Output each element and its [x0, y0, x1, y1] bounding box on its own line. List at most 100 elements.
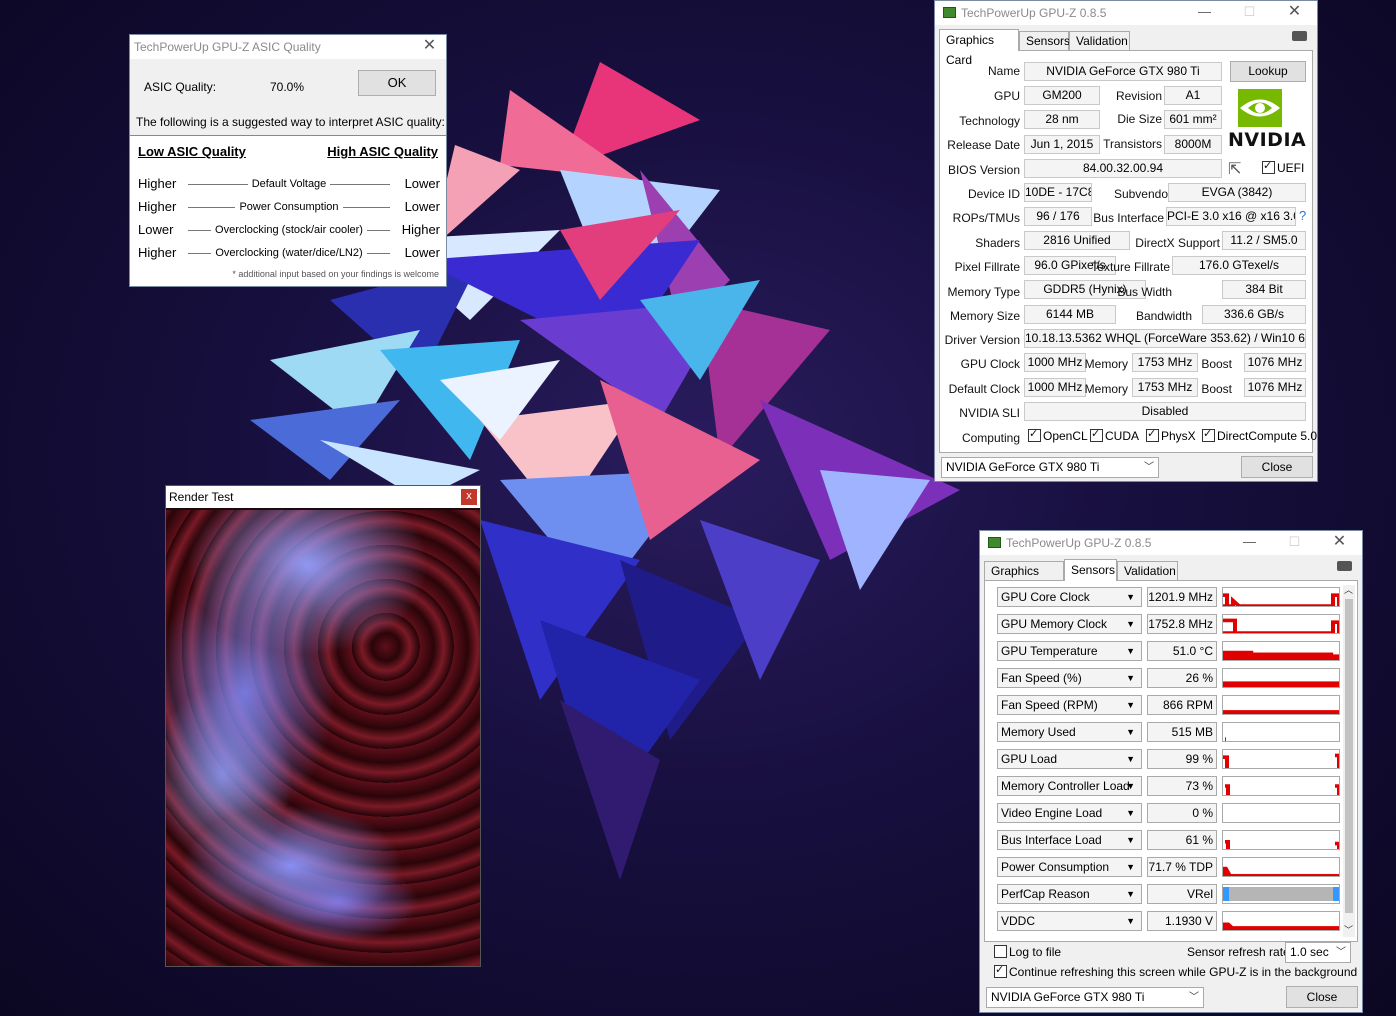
default-boost-label: Boost: [1201, 382, 1232, 396]
continue-check-icon[interactable]: [994, 963, 1007, 978]
caret-down-icon[interactable]: ▼: [1126, 696, 1135, 714]
chevron-down-icon[interactable]: ﹀: [1189, 988, 1199, 1007]
gpu-clock-field: 1000 MHz: [1024, 353, 1086, 372]
gpuz-app-icon: [943, 7, 956, 18]
sensor-name-select[interactable]: VDDC ▼: [997, 911, 1142, 931]
tab-validation[interactable]: Validation: [1069, 31, 1130, 50]
asic-row: Higher Overclocking (water/dice/LN2) Low…: [138, 243, 440, 263]
sensor-graph: [1222, 830, 1340, 850]
opencl-check-icon[interactable]: [1028, 427, 1041, 442]
caret-down-icon[interactable]: ▼: [1126, 642, 1135, 660]
ok-button[interactable]: OK: [358, 70, 436, 96]
transistors-label: Transistors: [1103, 137, 1162, 151]
sensor-name-select[interactable]: Memory Used ▼: [997, 722, 1142, 742]
gpu-select[interactable]: NVIDIA GeForce GTX 980 Ti ﹀: [986, 987, 1204, 1008]
tab-sensors[interactable]: Sensors: [1064, 559, 1117, 581]
sensor-row: GPU Memory Clock ▼ 1752.8 MHz: [995, 613, 1341, 635]
sensor-name-select[interactable]: Bus Interface Load ▼: [997, 830, 1142, 850]
sensor-name-select[interactable]: GPU Temperature ▼: [997, 641, 1142, 661]
sensor-value: VRel: [1147, 884, 1217, 904]
tab-graphics-card[interactable]: Graphics Card: [939, 29, 1019, 67]
directcompute-checkbox[interactable]: DirectCompute 5.0: [1202, 427, 1317, 443]
caret-down-icon[interactable]: ▼: [1126, 750, 1135, 768]
caret-down-icon[interactable]: ▼: [1126, 669, 1135, 687]
sli-field: Disabled: [1024, 402, 1306, 421]
asic-titlebar[interactable]: TechPowerUp GPU-Z ASIC Quality ✕: [130, 35, 446, 59]
close-icon[interactable]: ✕: [407, 35, 452, 59]
caret-down-icon[interactable]: ▼: [1126, 912, 1135, 930]
caret-down-icon[interactable]: ▼: [1126, 804, 1135, 822]
close-icon[interactable]: ✕: [1317, 531, 1362, 555]
sensor-name: GPU Memory Clock: [1001, 617, 1108, 631]
minimize-icon[interactable]: —: [1182, 1, 1227, 25]
sensor-row: GPU Core Clock ▼ 1201.9 MHz: [995, 586, 1341, 608]
sensor-row: Video Engine Load ▼ 0 %: [995, 802, 1341, 824]
camera-icon[interactable]: [1292, 31, 1307, 41]
close-button[interactable]: Close: [1241, 456, 1313, 478]
bus-help-icon[interactable]: ?: [1299, 208, 1306, 223]
share-icon[interactable]: ⇱: [1228, 159, 1241, 179]
caret-down-icon[interactable]: ▼: [1126, 858, 1135, 876]
continue-refresh-checkbox[interactable]: Continue refreshing this screen while GP…: [994, 963, 1357, 979]
sensor-name-select[interactable]: GPU Load ▼: [997, 749, 1142, 769]
directcompute-check-icon[interactable]: [1202, 427, 1215, 442]
gpu-select[interactable]: NVIDIA GeForce GTX 980 Ti ﹀: [941, 457, 1159, 478]
caret-down-icon[interactable]: ▼: [1126, 615, 1135, 633]
log-to-file-checkbox[interactable]: Log to file: [994, 945, 1061, 959]
refresh-rate-select[interactable]: 1.0 sec ﹀: [1285, 942, 1351, 963]
scroll-thumb[interactable]: [1345, 599, 1353, 913]
cuda-checkbox[interactable]: CUDA: [1090, 427, 1139, 443]
sensor-graph: [1222, 587, 1340, 607]
sensor-name-select[interactable]: GPU Memory Clock ▼: [997, 614, 1142, 634]
sensor-graph: [1222, 884, 1340, 904]
cuda-check-icon[interactable]: [1090, 427, 1103, 442]
caret-down-icon[interactable]: ▼: [1126, 777, 1135, 795]
asic-row-right: Lower: [404, 245, 440, 260]
caret-down-icon[interactable]: ▼: [1126, 723, 1135, 741]
bios-version-label: BIOS Version: [947, 163, 1020, 177]
maximize-icon[interactable]: ☐: [1272, 531, 1317, 555]
close-button[interactable]: Close: [1286, 986, 1358, 1008]
memory-type-label: Memory Type: [947, 285, 1020, 299]
memory-clock-label: Memory: [1084, 357, 1128, 371]
caret-down-icon[interactable]: ▼: [1126, 885, 1135, 903]
sensor-name: Memory Used: [1001, 725, 1076, 739]
physx-check-icon[interactable]: [1146, 427, 1159, 442]
close-icon[interactable]: ✕: [1272, 1, 1317, 25]
gpu-select-value: NVIDIA GeForce GTX 980 Ti: [946, 460, 1100, 474]
uefi-checkbox[interactable]: UEFI: [1262, 159, 1304, 175]
caret-down-icon[interactable]: ▼: [1126, 831, 1135, 849]
gpuz-card-titlebar[interactable]: TechPowerUp GPU-Z 0.8.5 — ☐ ✕: [935, 1, 1317, 25]
maximize-icon[interactable]: ☐: [1227, 1, 1272, 25]
tab-sensors[interactable]: Sensors: [1019, 31, 1070, 50]
lookup-button[interactable]: Lookup: [1230, 61, 1306, 82]
chevron-down-icon[interactable]: ﹀: [1336, 943, 1346, 962]
sensor-scrollbar[interactable]: ︿ ﹀: [1343, 585, 1355, 937]
sensor-name-select[interactable]: PerfCap Reason ▼: [997, 884, 1142, 904]
chevron-down-icon[interactable]: ﹀: [1144, 458, 1154, 477]
caret-down-icon[interactable]: ▼: [1126, 588, 1135, 606]
sensor-name-select[interactable]: Fan Speed (RPM) ▼: [997, 695, 1142, 715]
sensor-graph: [1222, 749, 1340, 769]
sensor-name-select[interactable]: Power Consumption ▼: [997, 857, 1142, 877]
uefi-check-icon[interactable]: [1262, 159, 1275, 174]
camera-icon[interactable]: [1337, 561, 1352, 571]
shaders-field: 2816 Unified: [1024, 231, 1130, 250]
revision-label: Revision: [1115, 89, 1162, 103]
default-memory-field: 1753 MHz: [1132, 378, 1198, 397]
scroll-down-icon[interactable]: ﹀: [1344, 923, 1353, 936]
opencl-checkbox[interactable]: OpenCL: [1028, 427, 1088, 443]
render-test-close-button[interactable]: x: [461, 489, 477, 505]
sensor-name-select[interactable]: Memory Controller Load ▼: [997, 776, 1142, 796]
sensor-name-select[interactable]: Video Engine Load ▼: [997, 803, 1142, 823]
physx-checkbox[interactable]: PhysX: [1146, 427, 1196, 443]
scroll-up-icon[interactable]: ︿: [1344, 583, 1353, 596]
minimize-icon[interactable]: —: [1227, 531, 1272, 555]
sensor-name-select[interactable]: Fan Speed (%) ▼: [997, 668, 1142, 688]
render-test-titlebar[interactable]: Render Test: [166, 486, 480, 508]
log-check-icon[interactable]: [994, 945, 1007, 958]
tab-validation[interactable]: Validation: [1117, 561, 1178, 580]
tab-graphics-card[interactable]: Graphics Card: [984, 561, 1064, 596]
sensor-name-select[interactable]: GPU Core Clock ▼: [997, 587, 1142, 607]
gpuz-sensors-titlebar[interactable]: TechPowerUp GPU-Z 0.8.5 — ☐ ✕: [980, 531, 1362, 555]
